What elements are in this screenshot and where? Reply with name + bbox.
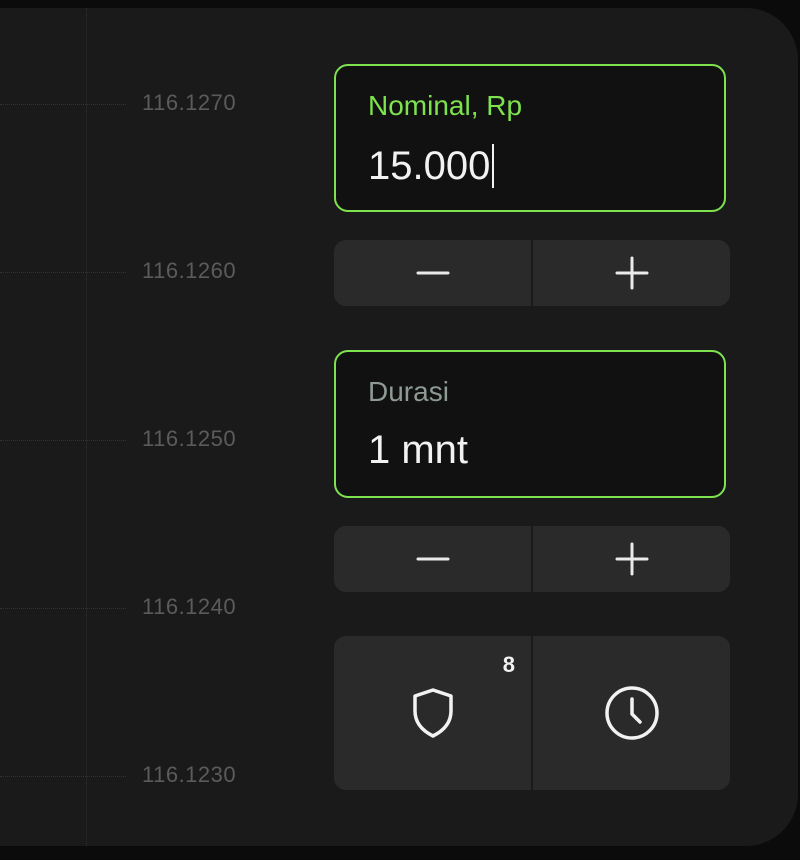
price-level-label: 116.1230	[142, 762, 237, 787]
amount-field-label: Nominal, Rp	[368, 90, 523, 121]
amount-value: 15.000	[368, 144, 491, 188]
trading-panel: 116.1270 116.1260 116.1250 116.1240 116.…	[0, 8, 798, 846]
protection-button[interactable]: 8	[334, 636, 531, 790]
amount-increase-button[interactable]	[531, 240, 730, 306]
price-gridline	[0, 608, 126, 609]
plus-icon	[615, 256, 648, 290]
price-level-label: 116.1270	[142, 90, 237, 115]
action-buttons: 8	[334, 636, 730, 790]
duration-field[interactable]: Durasi 1 mnt	[334, 350, 726, 498]
price-level-label: 116.1260	[142, 258, 237, 283]
duration-increase-button[interactable]	[531, 526, 730, 592]
amount-stepper	[334, 240, 730, 306]
protection-count-badge: 8	[502, 652, 515, 677]
chart-vertical-gridline	[86, 8, 87, 846]
minus-icon	[416, 271, 449, 275]
duration-stepper	[334, 526, 730, 592]
price-level-label: 116.1250	[142, 426, 237, 451]
price-level-label: 116.1240	[142, 594, 237, 619]
minus-icon	[416, 557, 449, 561]
price-gridline	[0, 440, 126, 441]
timer-button[interactable]	[531, 636, 730, 790]
duration-field-label: Durasi	[368, 376, 449, 407]
amount-decrease-button[interactable]	[334, 240, 531, 306]
amount-input[interactable]: 15.000	[368, 144, 495, 188]
price-gridline	[0, 104, 126, 105]
shield-icon	[412, 688, 453, 738]
price-gridline	[0, 776, 126, 777]
plus-icon	[615, 542, 648, 576]
clock-icon	[604, 686, 659, 740]
duration-value: 1 mnt	[368, 428, 469, 472]
text-caret	[492, 144, 495, 188]
amount-field[interactable]: Nominal, Rp 15.000	[334, 64, 726, 212]
duration-decrease-button[interactable]	[334, 526, 531, 592]
price-gridline	[0, 272, 126, 273]
